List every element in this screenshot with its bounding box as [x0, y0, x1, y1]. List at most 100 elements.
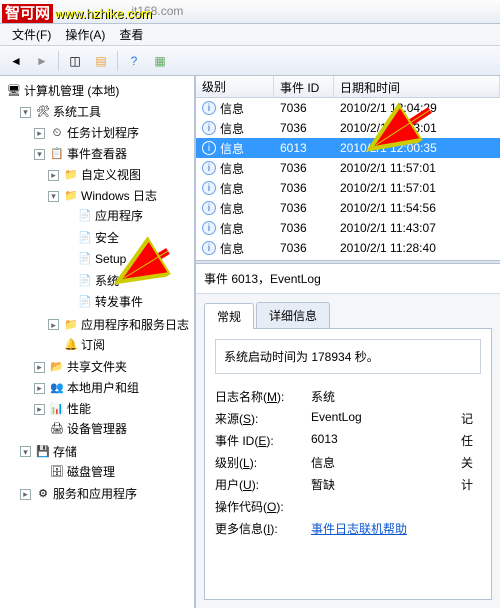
detail-body: 系统启动时间为 178934 秒。 日志名称(M):系统 来源(S):Event…: [204, 328, 492, 600]
properties-icon: ▤: [95, 54, 106, 68]
expand-icon[interactable]: ▸: [48, 170, 59, 181]
value-log-name: 系统: [311, 388, 481, 405]
tree-system-log[interactable]: 📄系统: [60, 271, 121, 291]
help-button[interactable]: ?: [122, 49, 146, 73]
label-level: 级别(L):: [215, 454, 311, 471]
cell-datetime: 2010/2/1 11:57:01: [334, 159, 500, 177]
expand-icon[interactable]: ▸: [48, 319, 59, 330]
collapse-icon[interactable]: ▾: [20, 107, 31, 118]
log-icon: 📄: [77, 251, 93, 267]
cell-event-id: 7036: [274, 199, 334, 217]
expand-icon[interactable]: ▸: [34, 128, 45, 139]
tree-label: 计算机管理 (本地): [24, 81, 119, 101]
tree-event-viewer[interactable]: ▾📋事件查看器: [32, 144, 129, 164]
expand-icon[interactable]: ▸: [34, 404, 45, 415]
tree-system-tools[interactable]: ▾ 🛠 系统工具: [18, 102, 103, 122]
tree-label: 磁盘管理: [67, 462, 115, 482]
cell-datetime: 2010/2/1 11:28:40: [334, 239, 500, 257]
grid-body[interactable]: i信息70362010/2/1 12:04:29i信息70362010/2/1 …: [196, 98, 500, 260]
tab-details[interactable]: 详细信息: [256, 302, 330, 328]
cell-event-id: 7036: [274, 159, 334, 177]
tree-security-log[interactable]: 📄安全: [60, 228, 121, 248]
performance-icon: 📊: [49, 401, 65, 417]
menu-action[interactable]: 操作(A): [59, 24, 111, 45]
toolbar-separator: [58, 51, 59, 71]
value-event-id: 6013: [311, 432, 461, 449]
grid-row[interactable]: i信息60132010/2/1 12:00:35: [196, 138, 500, 158]
collapse-icon[interactable]: ▾: [34, 149, 45, 160]
tree-performance[interactable]: ▸📊性能: [32, 399, 93, 419]
menu-view[interactable]: 查看: [113, 24, 149, 45]
computer-icon: 🖥: [6, 83, 22, 99]
expand-icon[interactable]: ▸: [34, 383, 45, 394]
log-icon: 📄: [77, 294, 93, 310]
show-hide-button[interactable]: ◫: [63, 49, 87, 73]
extra-icon: ▦: [154, 54, 165, 68]
collapse-icon[interactable]: ▾: [20, 446, 31, 457]
tree-pane[interactable]: 🖥 计算机管理 (本地) ▾ 🛠 系统工具 ▸⏲任务计划程序: [0, 76, 195, 608]
grid-row[interactable]: i信息70362010/2/1 12:03:01: [196, 118, 500, 138]
info-icon: i: [202, 221, 216, 235]
event-message: 系统启动时间为 178934 秒。: [215, 339, 481, 374]
tree-label: 系统工具: [53, 102, 101, 122]
collapse-icon[interactable]: ▾: [48, 191, 59, 202]
tree-subscriptions[interactable]: 🔔订阅: [46, 335, 107, 355]
cell-event-id: 7036: [274, 239, 334, 257]
tree-label: 共享文件夹: [67, 357, 127, 377]
tree-app-service-logs[interactable]: ▸📁应用程序和服务日志: [46, 315, 191, 335]
tree-storage[interactable]: ▾💾存储: [18, 442, 79, 462]
expand-icon[interactable]: ▸: [34, 362, 45, 373]
cell-datetime: 2010/2/1 11:43:07: [334, 219, 500, 237]
grid-row[interactable]: i信息70362010/2/1 11:28:40: [196, 238, 500, 258]
col-event-id[interactable]: 事件 ID: [274, 76, 334, 97]
label-opcode: 操作代码(O):: [215, 498, 311, 515]
back-button[interactable]: ◄: [4, 49, 28, 73]
extra-button[interactable]: ▦: [148, 49, 172, 73]
cell-datetime: 2010/2/1 12:00:35: [334, 139, 500, 157]
grid-row[interactable]: i信息70362010/2/1 11:57:01: [196, 178, 500, 198]
cell-level: 信息: [220, 120, 244, 137]
tree-label: 设备管理器: [67, 419, 127, 439]
tree-label: Windows 日志: [81, 186, 157, 206]
tree-task-scheduler[interactable]: ▸⏲任务计划程序: [32, 123, 141, 143]
panel-icon: ◫: [69, 54, 80, 68]
tree-services-apps[interactable]: ▸⚙服务和应用程序: [18, 484, 139, 504]
tree-forwarded-log[interactable]: 📄转发事件: [60, 292, 145, 312]
cell-level: 信息: [220, 220, 244, 237]
forward-button[interactable]: ►: [30, 49, 54, 73]
grid-row[interactable]: i信息70362010/2/1 11:43:07: [196, 218, 500, 238]
cell-event-id: 7036: [274, 119, 334, 137]
cell-level: 信息: [220, 160, 244, 177]
label-more-info: 更多信息(I):: [215, 520, 311, 537]
col-level[interactable]: 级别: [196, 76, 274, 97]
log-icon: 📄: [77, 208, 93, 224]
folder-icon: 📁: [63, 317, 79, 333]
tree-custom-views[interactable]: ▸📁自定义视图: [46, 165, 143, 185]
wrench-icon: 🛠: [35, 104, 51, 120]
tree-device-manager[interactable]: 🖨设备管理器: [32, 419, 129, 439]
tab-general[interactable]: 常规: [204, 303, 254, 329]
tree-label: 安全: [95, 228, 119, 248]
grid-row[interactable]: i信息70362010/2/1 11:54:56: [196, 198, 500, 218]
tree-shared-folders[interactable]: ▸📂共享文件夹: [32, 357, 129, 377]
cell-datetime: 2010/2/1 11:54:56: [334, 199, 500, 217]
tree-local-users[interactable]: ▸👥本地用户和组: [32, 378, 141, 398]
tree-windows-logs[interactable]: ▾📁Windows 日志: [46, 186, 159, 206]
users-icon: 👥: [49, 380, 65, 396]
tree-label: 转发事件: [95, 292, 143, 312]
tree-root[interactable]: 🖥 计算机管理 (本地): [4, 81, 121, 101]
grid-row[interactable]: i信息70362010/2/1 12:04:29: [196, 98, 500, 118]
link-online-help[interactable]: 事件日志联机帮助: [311, 522, 407, 536]
menu-file[interactable]: 文件(F): [6, 24, 57, 45]
tree-setup-log[interactable]: 📄Setup: [60, 249, 128, 269]
col-datetime[interactable]: 日期和时间: [334, 76, 500, 97]
tree-disk-management[interactable]: 🗄磁盘管理: [32, 462, 117, 482]
toolbar-separator: [117, 51, 118, 71]
services-icon: ⚙: [35, 486, 51, 502]
properties-button[interactable]: ▤: [89, 49, 113, 73]
cell-datetime: 2010/2/1 12:03:01: [334, 119, 500, 137]
tree-label: 自定义视图: [81, 165, 141, 185]
expand-icon[interactable]: ▸: [20, 489, 31, 500]
grid-row[interactable]: i信息70362010/2/1 11:57:01: [196, 158, 500, 178]
tree-application-log[interactable]: 📄应用程序: [60, 206, 145, 226]
